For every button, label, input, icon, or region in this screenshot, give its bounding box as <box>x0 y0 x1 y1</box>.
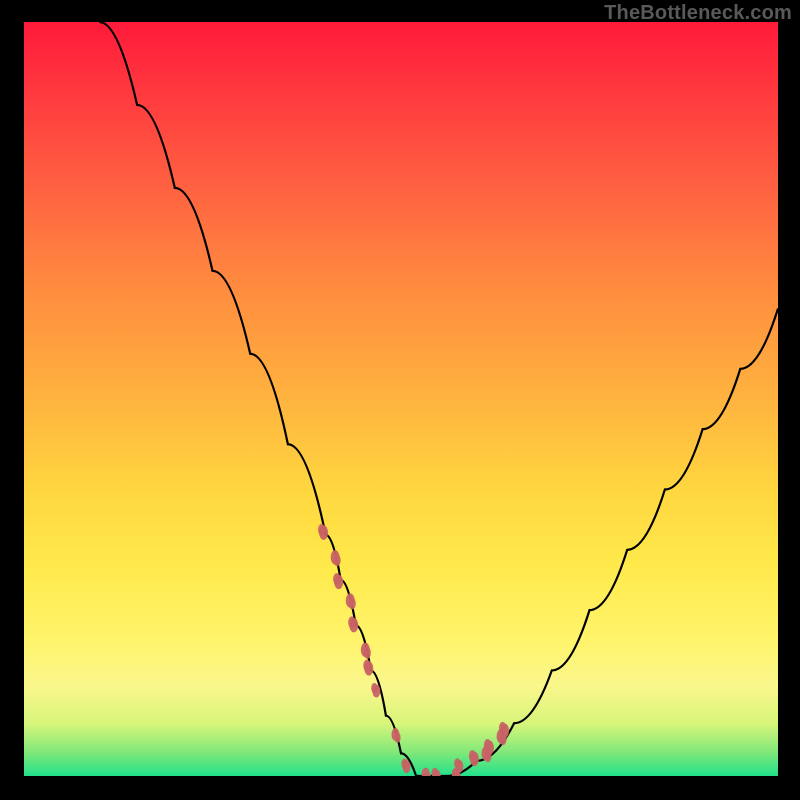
plot-frame <box>24 22 778 776</box>
plot-background-gradient <box>24 22 778 776</box>
